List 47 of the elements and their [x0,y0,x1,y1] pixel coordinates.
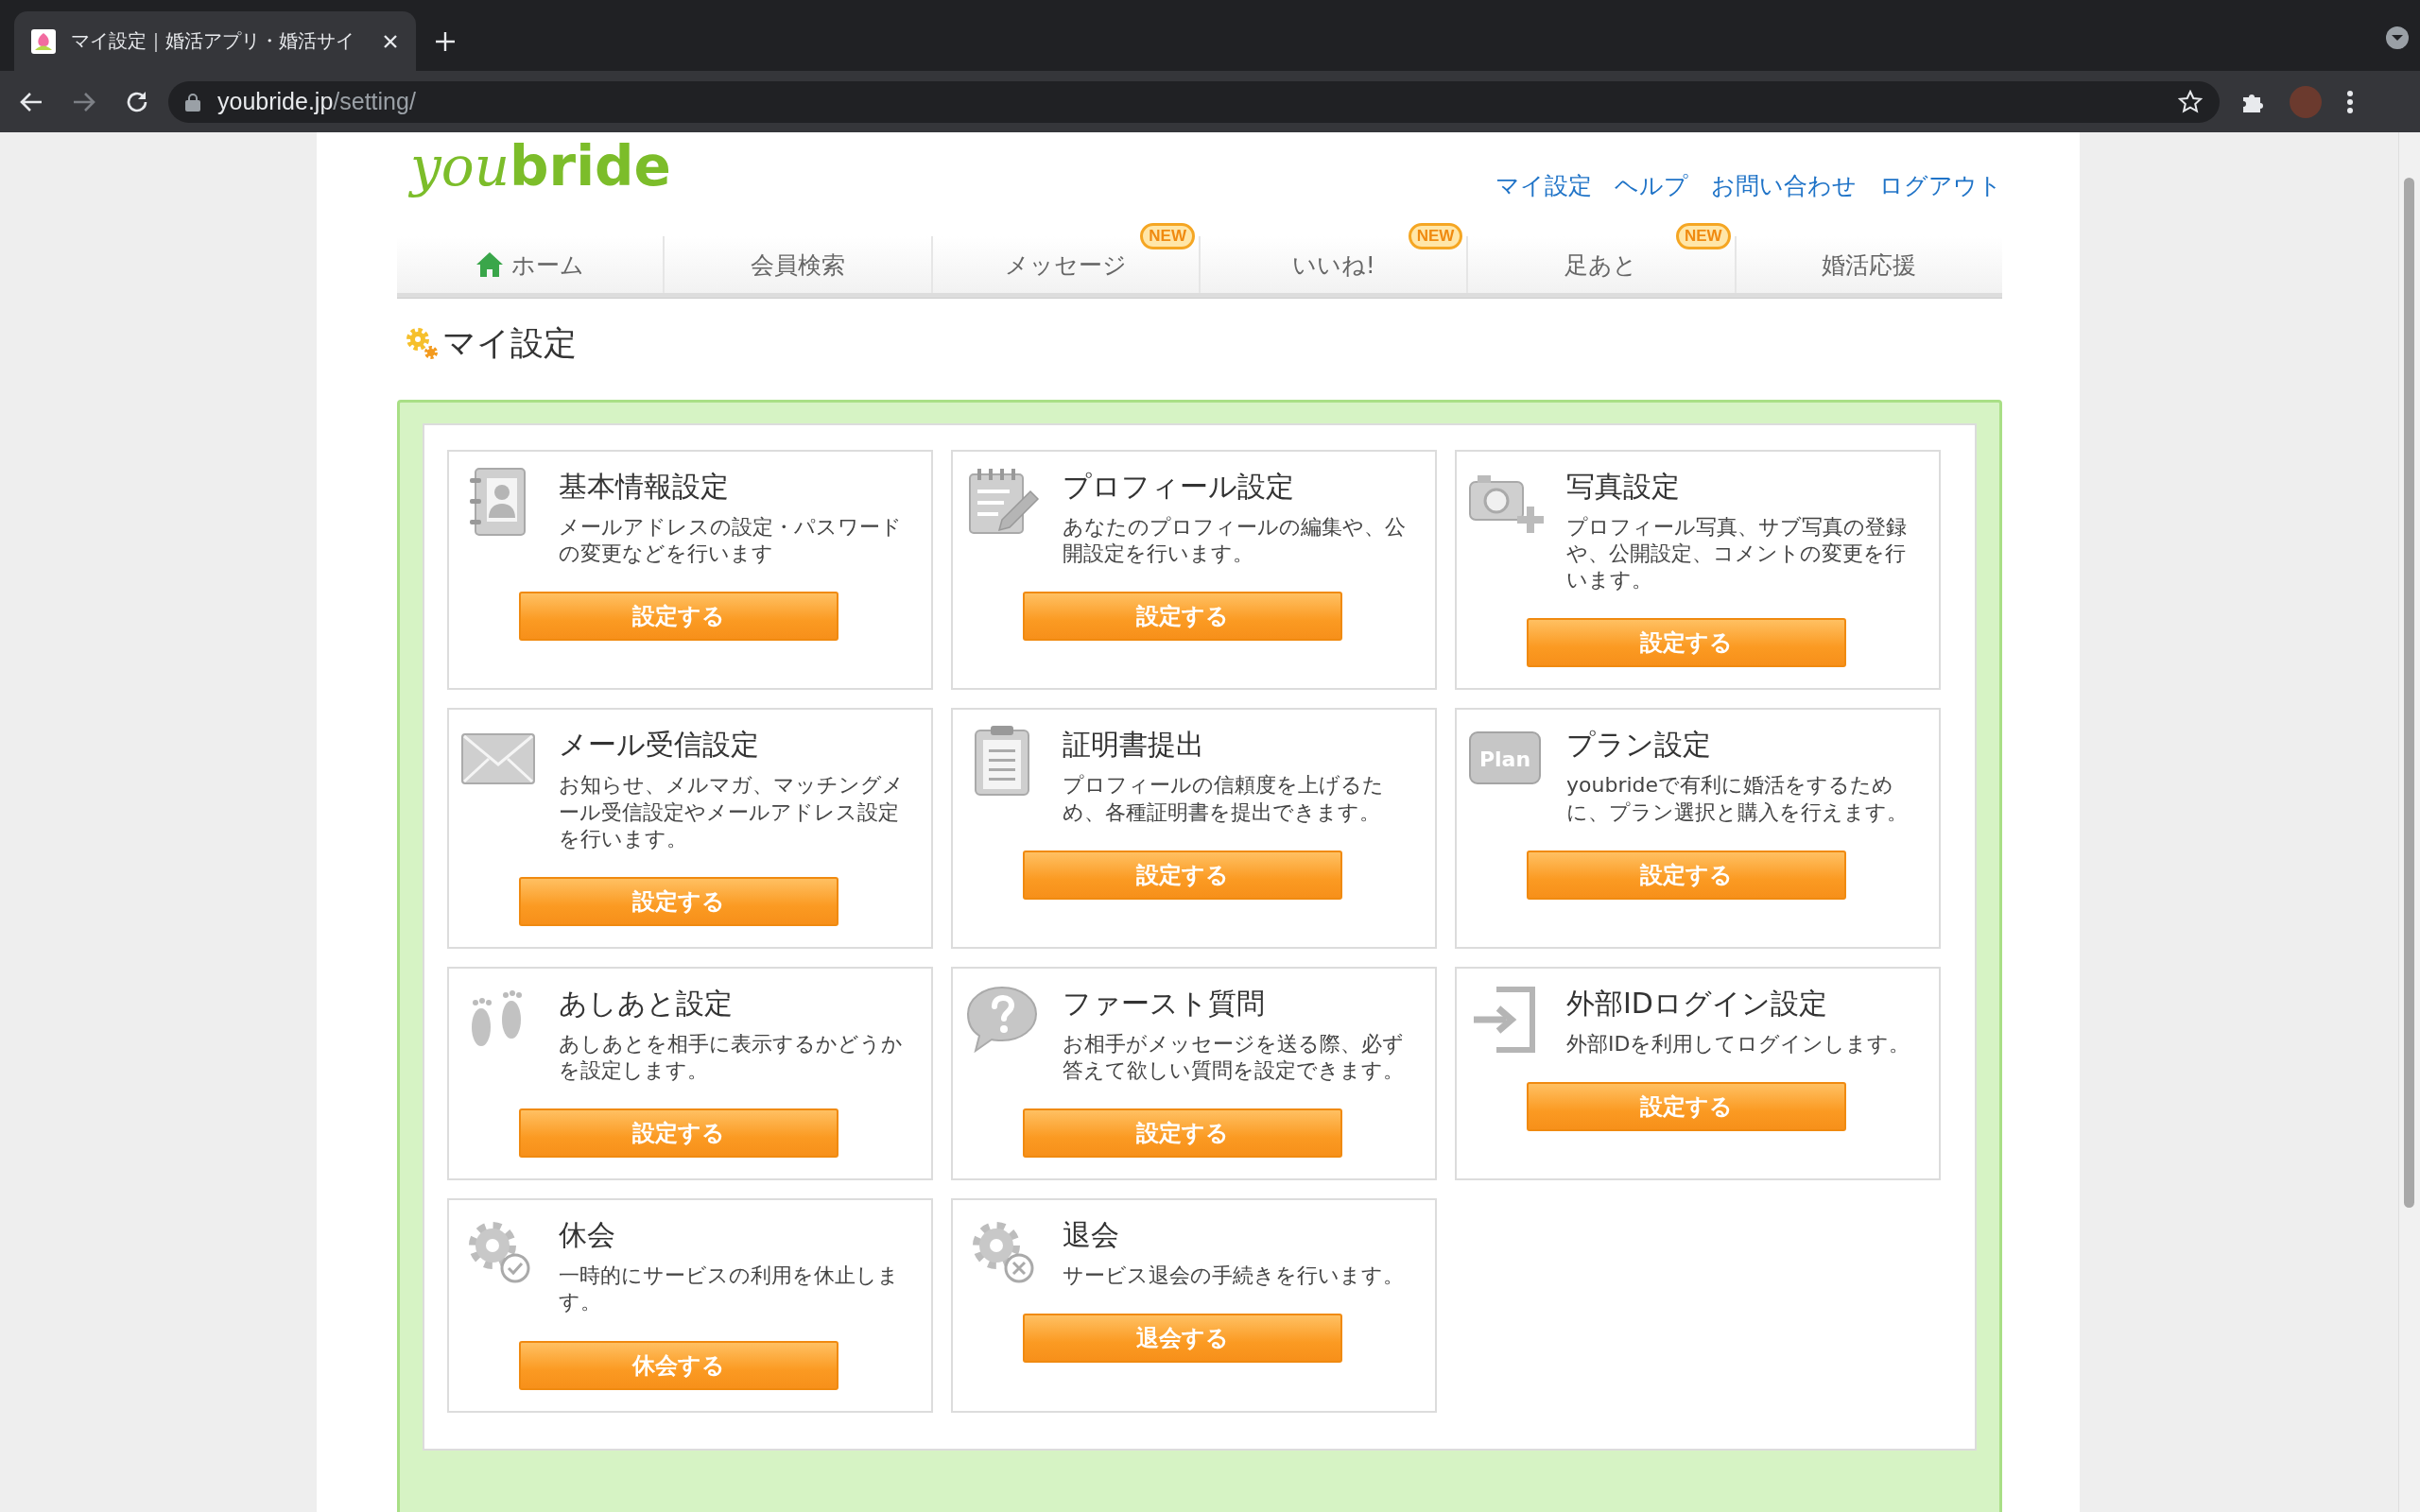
setting-title: 基本情報設定 [559,469,730,505]
setting-description: プロフィール写真、サブ写真の登録や、公開設定、コメントの変更を行います。 [1566,514,1908,594]
url-text: youbride.jp/setting/ [217,88,417,115]
page-title: マイ設定 [442,322,577,364]
setting-title: 写真設定 [1566,469,1681,505]
setting-title: 外部IDログイン設定 [1566,985,1828,1022]
setting-description: あしあとを相手に表示するかどうかを設定します。 [559,1030,904,1085]
tab-title: マイ設定｜婚活アプリ・婚活サイ [71,29,355,54]
tab-search-icon[interactable] [2386,26,2409,49]
setting-description: サービス退会の手続きを行います。 [1063,1263,1405,1290]
new-badge: NEW [1140,223,1195,249]
gear-icon [405,326,439,360]
new-badge: NEW [1675,223,1731,249]
nav-tab[interactable]: ホーム [397,236,664,293]
setting-description: 外部IDを利用してログインします。 [1566,1030,1911,1057]
setting-description: プロフィールの信頼度を上げるため、各種証明書を提出できます。 [1063,772,1385,826]
setting-title: 退会 [1063,1217,1120,1254]
scrollbar-thumb[interactable] [2404,178,2414,1208]
setting-description: お相手がメッセージを送る際、必ず答えて欲しい質問を設定できます。 [1063,1030,1405,1085]
setting-title: 休会 [559,1217,616,1254]
flower-favicon-icon [31,28,56,54]
header-link[interactable]: お問い合わせ [1711,170,1857,201]
home-icon [475,251,505,278]
close-icon[interactable] [382,32,399,50]
header-link[interactable]: マイ設定 [1495,170,1592,201]
setting-title: プラン設定 [1566,727,1712,764]
setting-title: ファースト質問 [1063,985,1266,1022]
setting-title: メール受信設定 [559,727,760,764]
header-link[interactable]: ヘルプ [1615,170,1688,201]
setting-title: プロフィール設定 [1063,469,1295,505]
setting-description: youbrideで有利に婚活をするために、プラン選択と購入を行えます。 [1566,772,1909,826]
setting-title: あしあと設定 [559,985,734,1022]
setting-description: お知らせ、メルマガ、マッチングメール受信設定やメールアドレス設定を行います。 [559,772,905,852]
lock-icon [185,92,200,112]
address-bar[interactable]: youbride.jp/setting/ [168,80,2220,123]
setting-description: メールアドレスの設定・パスワードの変更などを行います [559,514,903,568]
nav-tab[interactable]: 婚活応援 [1736,236,2002,293]
setting-title: 証明書提出 [1063,727,1205,764]
setting-description: あなたのプロフィールの編集や、公開設定を行います。 [1063,514,1407,568]
star-icon[interactable] [2178,89,2203,114]
setting-description: 一時的にサービスの利用を休止します。 [559,1263,900,1316]
menu-icon[interactable] [2346,89,2354,114]
new-badge: NEW [1408,223,1463,249]
nav-tab[interactable]: 会員検索 [665,236,931,293]
browser-tab[interactable]: マイ設定｜婚活アプリ・婚活サイ [14,11,416,71]
new-tab-icon[interactable] [435,31,456,52]
header-link[interactable]: ログアウト [1879,170,2002,201]
